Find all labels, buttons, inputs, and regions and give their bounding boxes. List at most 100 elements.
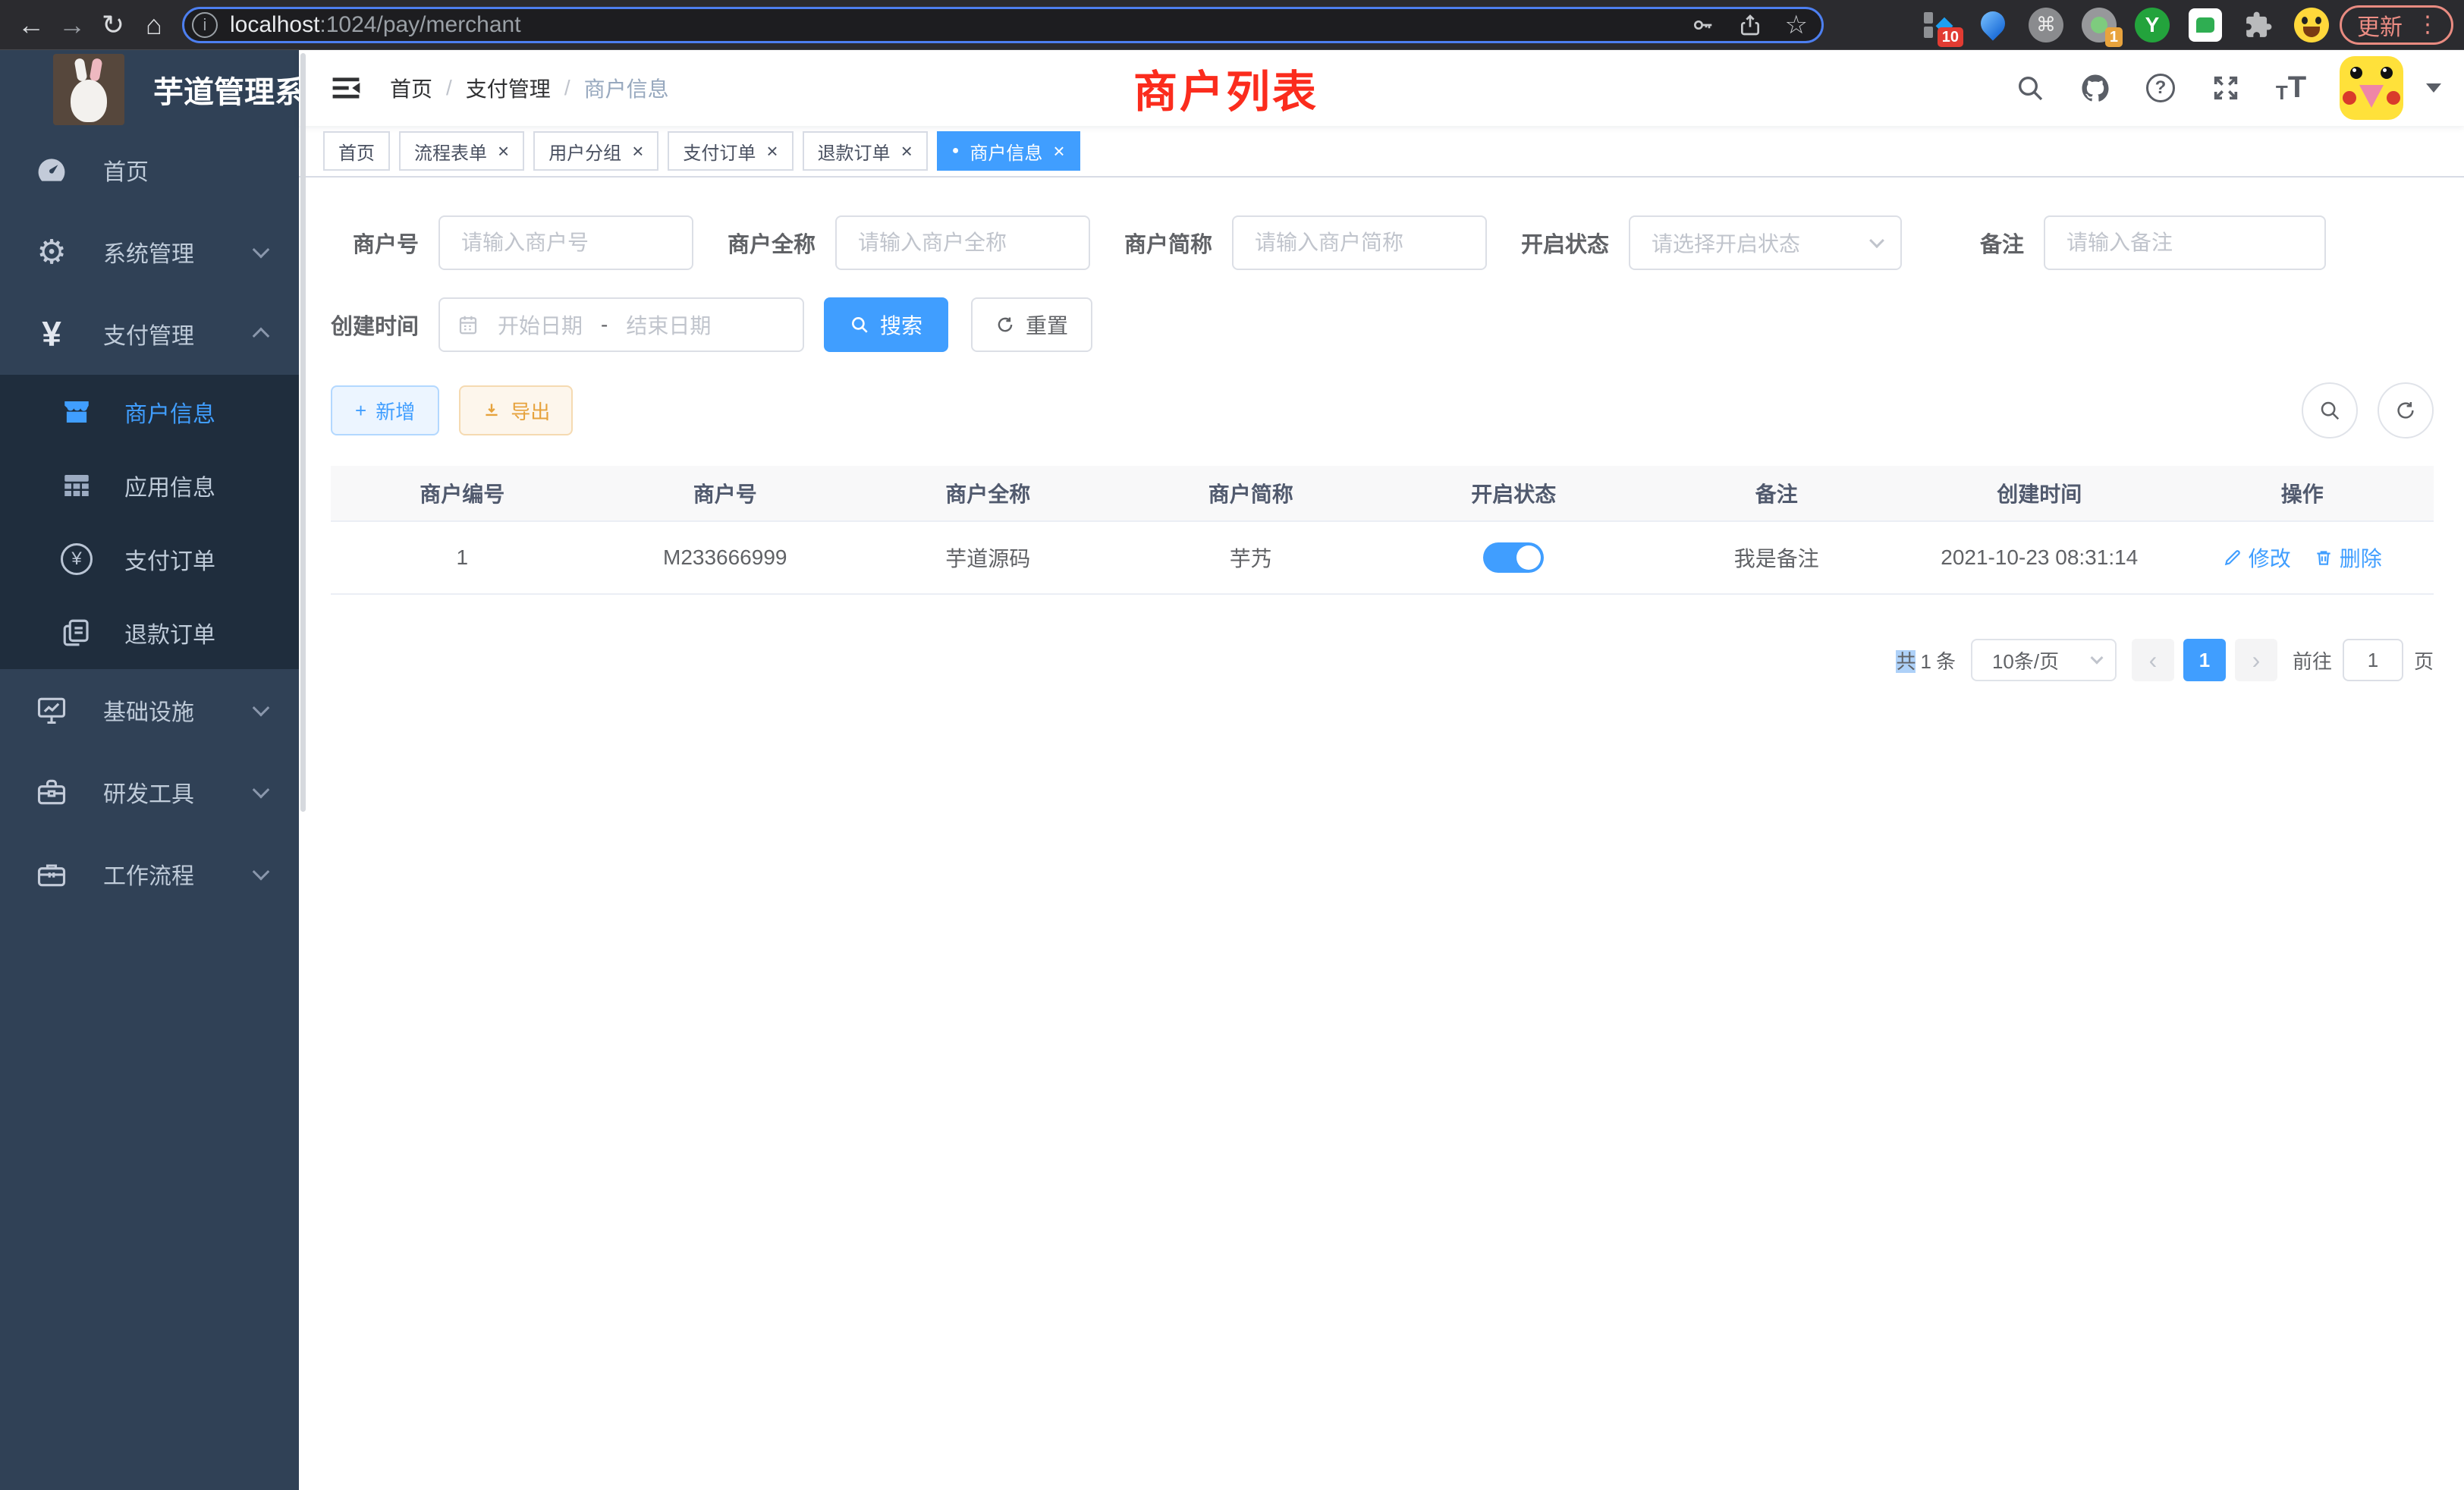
page-1-button[interactable]: 1 bbox=[2183, 639, 2226, 681]
chevron-down-icon bbox=[1869, 233, 1884, 248]
browser-profile-avatar[interactable] bbox=[2294, 8, 2329, 42]
date-end-placeholder[interactable]: 结束日期 bbox=[626, 310, 711, 340]
bookmark-star-icon[interactable]: ☆ bbox=[1785, 12, 1808, 38]
share-icon[interactable] bbox=[1738, 13, 1762, 37]
table-toolbar: + 新增 导出 bbox=[331, 382, 2434, 439]
close-icon[interactable]: × bbox=[632, 141, 643, 161]
briefcase-icon bbox=[33, 857, 70, 891]
browser-update-menu-button[interactable]: 更新 ⋮ bbox=[2340, 5, 2453, 45]
address-bar[interactable]: i localhost:1024/pay/merchant ☆ bbox=[182, 7, 1824, 43]
delete-link[interactable]: 删除 bbox=[2314, 542, 2382, 573]
sidebar-item-infra[interactable]: 基础设施 bbox=[0, 669, 299, 751]
help-icon[interactable]: ? bbox=[2144, 71, 2177, 105]
close-icon[interactable]: × bbox=[766, 141, 778, 161]
sidebar-item-refund-order[interactable]: 退款订单 bbox=[0, 596, 299, 669]
browser-reload-button[interactable]: ↻ bbox=[93, 5, 134, 46]
merchant-no-input[interactable] bbox=[438, 215, 693, 270]
site-info-icon[interactable]: i bbox=[192, 12, 218, 38]
sidebar-item-pay-order[interactable]: ¥ 支付订单 bbox=[0, 522, 299, 596]
wallet-bars bbox=[1924, 12, 1933, 38]
browser-back-button[interactable]: ← bbox=[11, 5, 52, 46]
next-page-button[interactable]: › bbox=[2235, 639, 2277, 681]
tab-home[interactable]: 首页 bbox=[323, 131, 390, 171]
sidebar-item-app-info[interactable]: 应用信息 bbox=[0, 448, 299, 522]
search-icon bbox=[850, 315, 869, 335]
filter-status: 开启状态 请选择开启状态 bbox=[1521, 215, 1902, 270]
sidebar-logo[interactable]: 芋道管理系统 bbox=[0, 50, 299, 129]
prev-page-button[interactable]: ‹ bbox=[2132, 639, 2174, 681]
field-label: 商户简称 bbox=[1124, 227, 1212, 259]
sidebar-item-system[interactable]: ⚙ 系统管理 bbox=[0, 211, 299, 293]
date-start-placeholder[interactable]: 开始日期 bbox=[498, 310, 583, 340]
refresh-table-button[interactable] bbox=[2378, 382, 2434, 439]
close-icon[interactable]: × bbox=[1053, 141, 1064, 161]
cell-merchant-no: M233666999 bbox=[594, 545, 857, 570]
reset-button[interactable]: 重置 bbox=[971, 297, 1092, 352]
fullscreen-icon[interactable] bbox=[2209, 71, 2242, 105]
tab-refund-order[interactable]: 退款订单× bbox=[803, 131, 928, 171]
select-placeholder: 请选择开启状态 bbox=[1652, 228, 1800, 258]
tab-process-form[interactable]: 流程表单× bbox=[399, 131, 524, 171]
close-icon[interactable]: × bbox=[901, 141, 913, 161]
filter-remark: 备注 bbox=[1936, 215, 2326, 270]
header-search-icon[interactable] bbox=[2013, 71, 2047, 105]
goto-page: 前往 页 bbox=[2293, 639, 2434, 681]
page-unit-label: 页 bbox=[2414, 646, 2434, 674]
short-name-input[interactable] bbox=[1232, 215, 1487, 270]
tab-user-group[interactable]: 用户分组× bbox=[533, 131, 658, 171]
export-button[interactable]: 导出 bbox=[459, 385, 573, 435]
extension-session-icon[interactable]: 1 bbox=[2082, 8, 2117, 42]
extension-wallet-icon[interactable]: ◆ 10 bbox=[1922, 8, 1957, 42]
trash-icon bbox=[2314, 548, 2334, 567]
date-range-picker[interactable]: 开始日期 - 结束日期 bbox=[438, 297, 804, 352]
sidebar-item-merchant-info[interactable]: 商户信息 bbox=[0, 375, 299, 448]
github-icon[interactable] bbox=[2079, 71, 2112, 105]
extension-command-icon[interactable]: ⌘ bbox=[2029, 8, 2063, 42]
close-icon[interactable]: × bbox=[498, 141, 509, 161]
main-area: 首页 / 支付管理 / 商户信息 商户列表 ? TT bbox=[299, 50, 2464, 1490]
status-select[interactable]: 请选择开启状态 bbox=[1629, 215, 1902, 270]
status-toggle-on[interactable] bbox=[1483, 542, 1544, 573]
search-button[interactable]: 搜索 bbox=[824, 297, 948, 352]
font-size-icon[interactable]: TT bbox=[2274, 71, 2308, 105]
field-label: 商户全称 bbox=[728, 227, 816, 259]
sidebar-scrollbar-thumb[interactable] bbox=[300, 53, 306, 812]
table-row: 1 M233666999 芋道源码 芋艿 我是备注 2021-10-23 08:… bbox=[331, 522, 2434, 595]
field-label: 商户号 bbox=[331, 227, 419, 259]
cell-id: 1 bbox=[331, 545, 594, 570]
sidebar-item-devtools[interactable]: 研发工具 bbox=[0, 751, 299, 833]
extension-chat-icon[interactable] bbox=[2188, 8, 2223, 42]
sidebar-item-workflow[interactable]: 工作流程 bbox=[0, 833, 299, 915]
cell-short-name: 芋艿 bbox=[1120, 542, 1383, 573]
toggle-knob bbox=[1516, 545, 1541, 570]
tags-view-bar: 首页 流程表单× 用户分组× 支付订单× 退款订单× ●商户信息× bbox=[299, 126, 2464, 178]
add-button[interactable]: + 新增 bbox=[331, 385, 439, 435]
chat-bubble bbox=[2196, 17, 2214, 33]
browser-home-button[interactable]: ⌂ bbox=[134, 5, 174, 46]
full-name-input[interactable] bbox=[835, 215, 1090, 270]
plus-icon: + bbox=[355, 399, 366, 423]
edit-link[interactable]: 修改 bbox=[2223, 542, 2291, 573]
browser-forward-button[interactable]: → bbox=[52, 5, 93, 46]
breadcrumb-section[interactable]: 支付管理 bbox=[466, 73, 551, 103]
sidebar-item-home[interactable]: 首页 bbox=[0, 129, 299, 211]
remark-input[interactable] bbox=[2044, 215, 2326, 270]
tab-merchant-info[interactable]: ●商户信息× bbox=[937, 131, 1080, 171]
user-avatar[interactable] bbox=[2340, 56, 2403, 120]
pin-shape bbox=[1975, 6, 2010, 40]
avatar-dropdown-caret[interactable] bbox=[2426, 83, 2441, 93]
merchant-table: 商户编号 商户号 商户全称 商户简称 开启状态 备注 创建时间 操作 1 M23… bbox=[331, 466, 2434, 595]
goto-page-input[interactable] bbox=[2343, 639, 2403, 681]
page-size-select[interactable]: 10条/页 bbox=[1971, 639, 2117, 681]
cell-create-time: 2021-10-23 08:31:14 bbox=[1908, 545, 2171, 570]
breadcrumb-home[interactable]: 首页 bbox=[390, 73, 432, 103]
password-key-icon[interactable] bbox=[1691, 13, 1715, 37]
extension-pin-icon[interactable] bbox=[1975, 8, 2010, 42]
extension-y-icon[interactable]: Y bbox=[2135, 8, 2170, 42]
extensions-puzzle-icon[interactable] bbox=[2241, 8, 2276, 42]
toggle-search-button[interactable] bbox=[2302, 382, 2358, 439]
pager: ‹ 1 › bbox=[2132, 639, 2277, 681]
sidebar-collapse-icon[interactable] bbox=[329, 71, 363, 105]
tab-pay-order[interactable]: 支付订单× bbox=[668, 131, 793, 171]
sidebar-item-pay[interactable]: ¥ 支付管理 bbox=[0, 293, 299, 375]
